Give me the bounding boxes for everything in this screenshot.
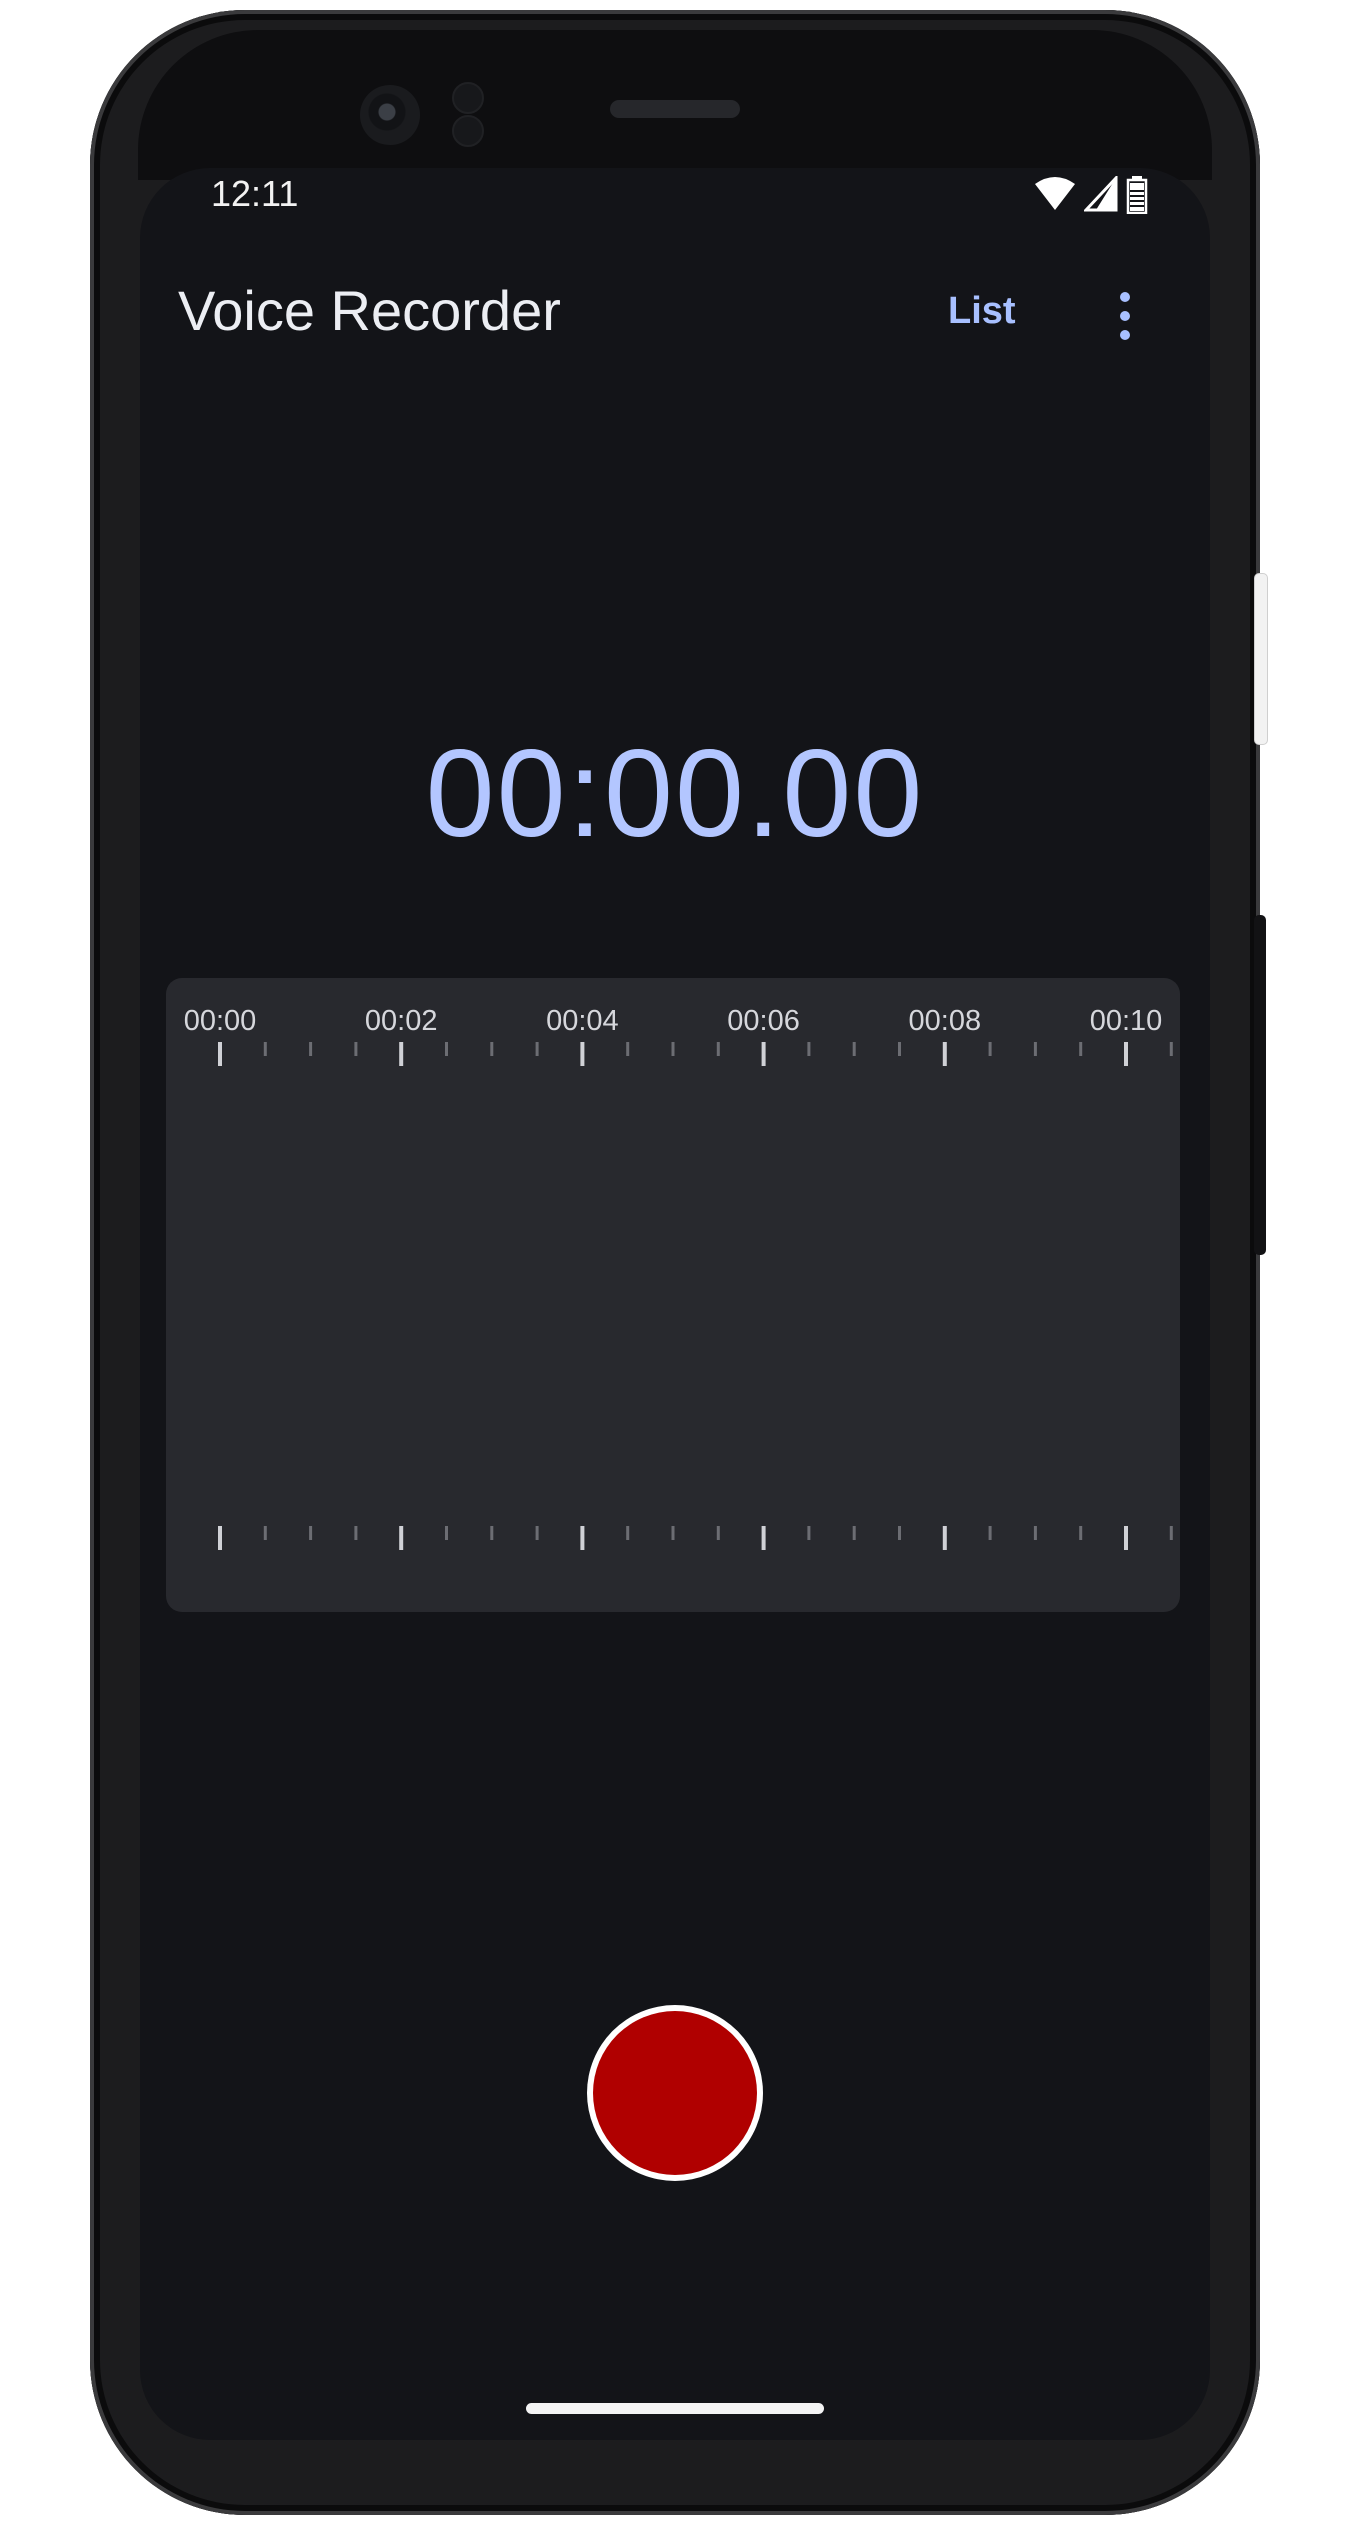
time-label: 00:08 <box>909 1005 982 1037</box>
wifi-icon <box>1035 177 1075 210</box>
earpiece-speaker <box>610 100 740 118</box>
app-title: Voice Recorder <box>178 279 561 342</box>
list-button[interactable]: List <box>948 290 1016 333</box>
status-bar: 12:11 <box>140 168 1210 228</box>
sensor <box>452 82 484 114</box>
power-button <box>1254 573 1268 745</box>
screen: 12:11 Voice Recorder List 00:00.00 00:00… <box>140 168 1210 2440</box>
status-icons <box>1026 176 1148 216</box>
time-label: 00:06 <box>727 1005 800 1037</box>
battery-icon <box>1126 176 1148 214</box>
cell-signal-icon <box>1084 176 1118 212</box>
waveform-view[interactable]: 00:00 00:02 00:04 00:06 00:08 00:10 <box>166 978 1180 1612</box>
home-indicator[interactable] <box>526 2403 824 2414</box>
front-camera <box>360 85 420 145</box>
time-label: 00:04 <box>546 1005 619 1037</box>
time-label: 00:00 <box>184 1005 257 1037</box>
status-clock: 12:11 <box>211 173 299 214</box>
more-vert-icon[interactable] <box>1110 286 1140 346</box>
sensor <box>452 115 484 147</box>
volume-button <box>1254 915 1266 1255</box>
record-button[interactable] <box>587 2005 763 2181</box>
elapsed-timer: 00:00.00 <box>425 725 925 863</box>
record-icon <box>593 2011 757 2175</box>
time-label: 00:10 <box>1090 1005 1163 1037</box>
time-label: 00:02 <box>365 1005 438 1037</box>
timeline-ruler: 00:00 00:02 00:04 00:06 00:08 00:10 <box>184 1005 1173 1550</box>
